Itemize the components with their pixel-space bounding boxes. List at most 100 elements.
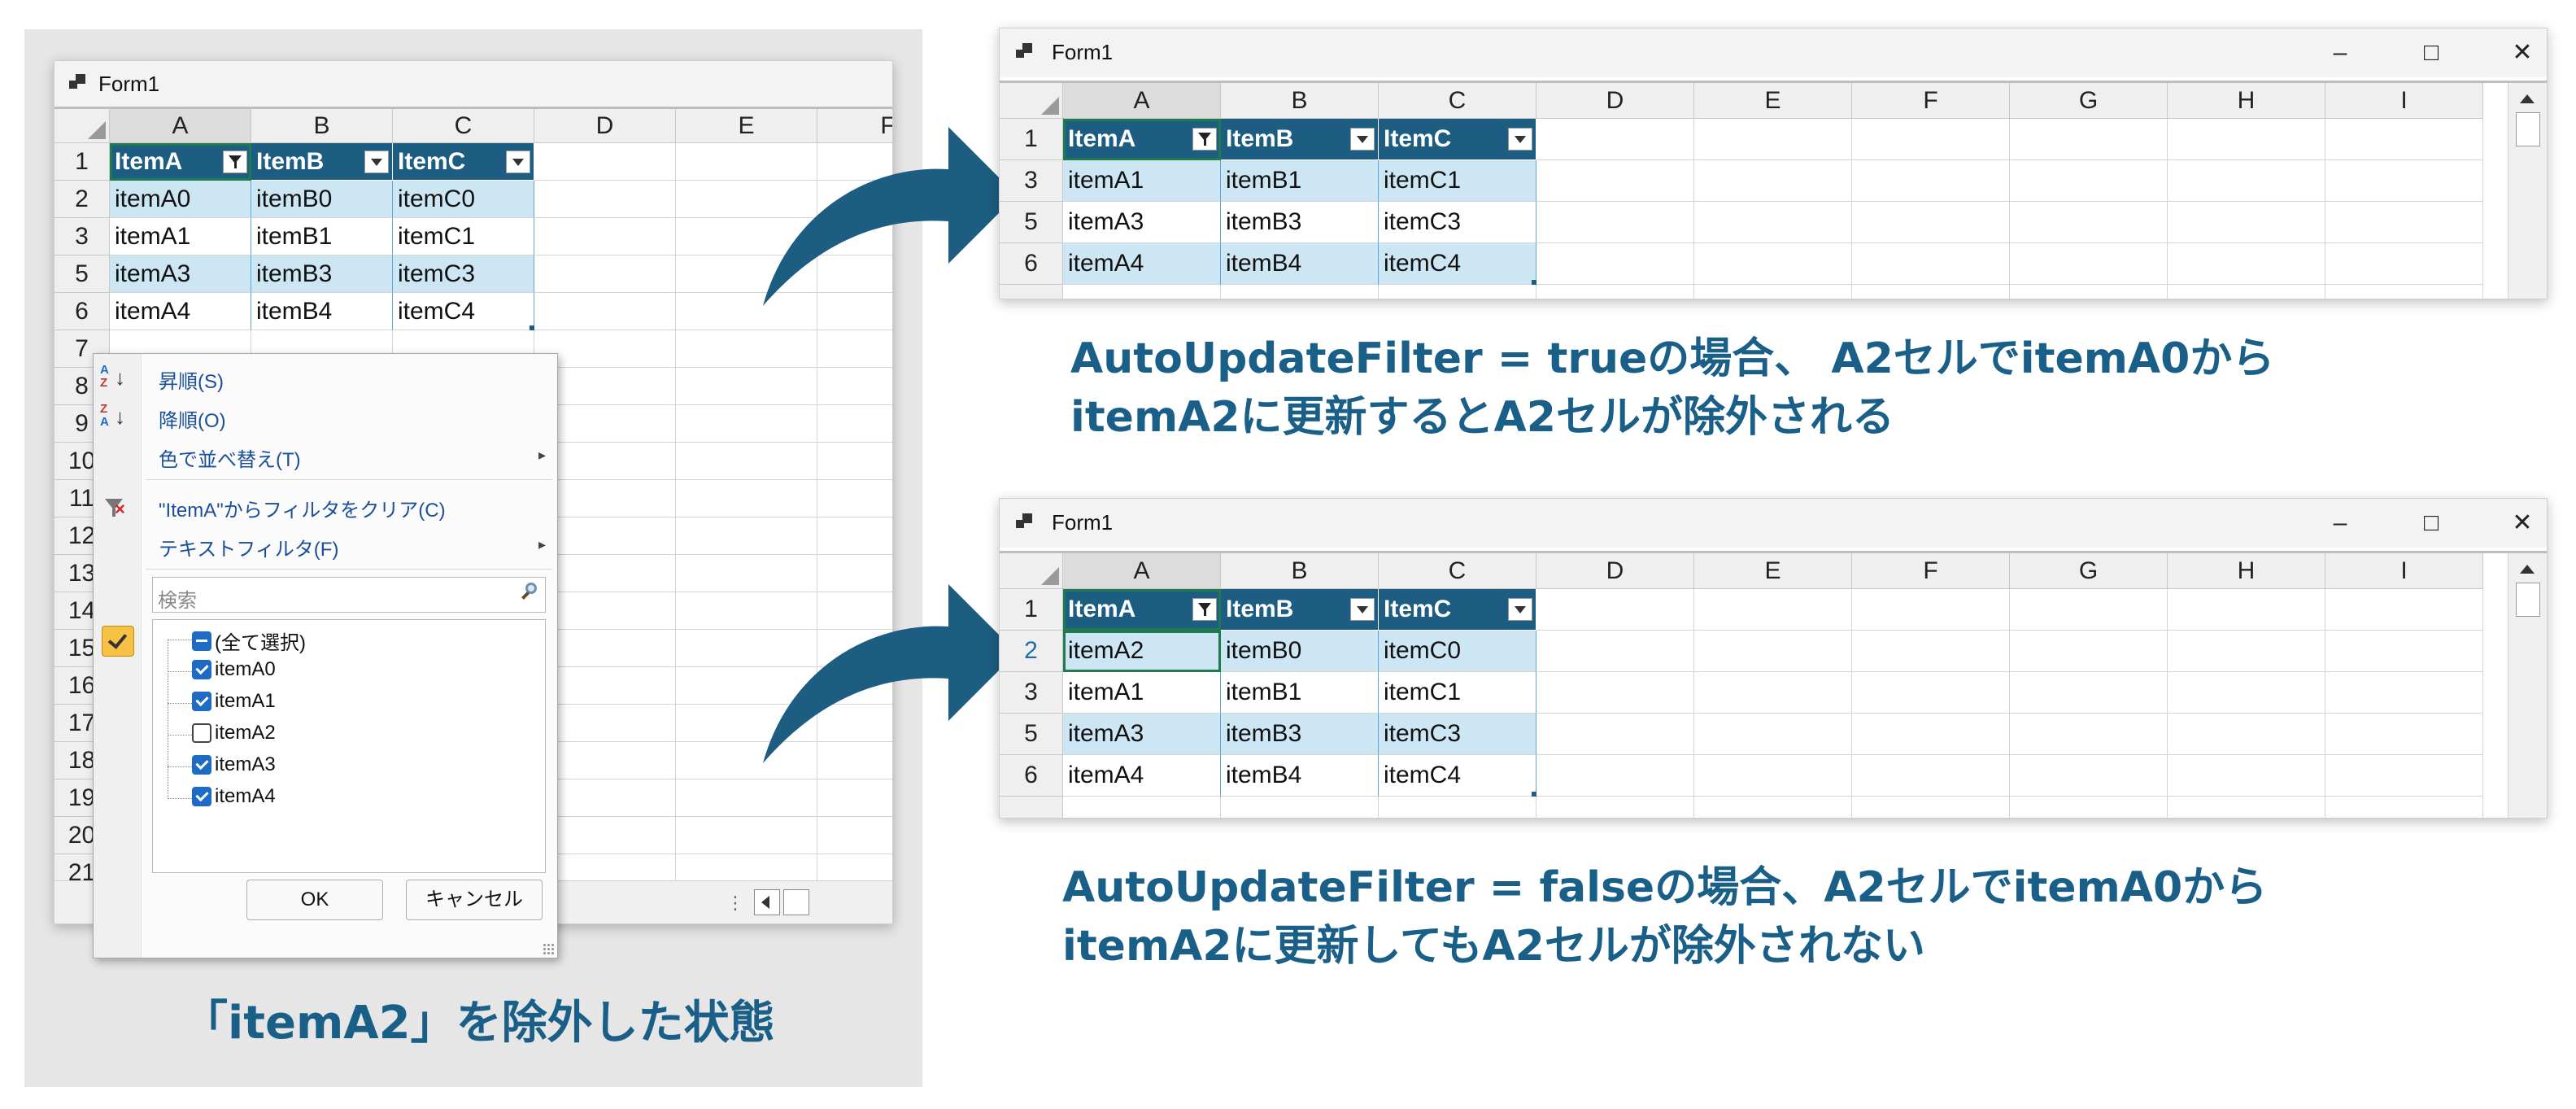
column-header-g[interactable]: G bbox=[2010, 83, 2168, 119]
checkbox[interactable] bbox=[192, 692, 211, 711]
filter-active-icon[interactable] bbox=[223, 150, 247, 173]
column-header-d[interactable]: D bbox=[1536, 83, 1694, 119]
scroll-thumb[interactable] bbox=[2516, 112, 2540, 146]
empty-cell[interactable] bbox=[2325, 797, 2483, 818]
checkbox[interactable] bbox=[192, 787, 211, 806]
empty-cell[interactable] bbox=[1221, 797, 1379, 818]
filter-value-item[interactable]: (全て選択) bbox=[192, 627, 306, 655]
empty-cell[interactable] bbox=[1694, 714, 1852, 755]
row-header[interactable]: 3 bbox=[1000, 672, 1063, 714]
table-cell[interactable]: itemB3 bbox=[1221, 714, 1379, 755]
filter-value-item[interactable]: itemA3 bbox=[192, 753, 276, 776]
empty-cell[interactable] bbox=[1536, 243, 1694, 285]
empty-cell[interactable] bbox=[676, 480, 817, 517]
header-cell-itemc[interactable]: ItemC bbox=[393, 143, 534, 181]
close-button[interactable]: ✕ bbox=[2498, 500, 2547, 546]
row-header[interactable]: 6 bbox=[1000, 243, 1063, 285]
empty-cell[interactable] bbox=[2010, 672, 2168, 714]
filter-dropdown-icon[interactable] bbox=[1508, 128, 1532, 151]
row-header[interactable]: 5 bbox=[54, 255, 110, 293]
empty-cell[interactable] bbox=[1694, 202, 1852, 243]
empty-cell[interactable] bbox=[1852, 714, 2010, 755]
scroll-left-button[interactable] bbox=[754, 889, 780, 915]
header-cell-itemb[interactable]: ItemB bbox=[1221, 589, 1379, 631]
empty-cell[interactable] bbox=[817, 330, 892, 368]
empty-cell[interactable] bbox=[817, 368, 892, 405]
filter-dropdown-icon[interactable] bbox=[506, 150, 530, 173]
checkbox[interactable] bbox=[192, 723, 211, 743]
maximize-button[interactable]: □ bbox=[2407, 500, 2456, 546]
close-button[interactable]: ✕ bbox=[2498, 30, 2547, 76]
empty-cell[interactable] bbox=[2010, 631, 2168, 672]
header-cell-itemb[interactable]: ItemB bbox=[251, 143, 393, 181]
empty-cell[interactable] bbox=[817, 443, 892, 480]
sheet-splitter[interactable]: ⋮ bbox=[726, 893, 744, 914]
checkbox[interactable] bbox=[192, 660, 211, 679]
empty-cell[interactable] bbox=[1694, 631, 1852, 672]
empty-cell[interactable] bbox=[817, 854, 892, 880]
empty-cell[interactable] bbox=[1694, 672, 1852, 714]
empty-cell[interactable] bbox=[1694, 755, 1852, 797]
empty-cell[interactable] bbox=[2168, 714, 2325, 755]
filter-dropdown-icon[interactable] bbox=[1508, 598, 1532, 621]
empty-cell[interactable] bbox=[2325, 119, 2483, 160]
table-cell[interactable]: itemC4 bbox=[1379, 755, 1536, 797]
cancel-button[interactable]: キャンセル bbox=[406, 880, 543, 920]
header-cell-itemb[interactable]: ItemB bbox=[1221, 119, 1379, 160]
empty-cell[interactable] bbox=[1694, 160, 1852, 202]
empty-cell[interactable] bbox=[1694, 243, 1852, 285]
column-header-c[interactable]: C bbox=[1379, 553, 1536, 589]
select-all-corner[interactable] bbox=[54, 109, 110, 143]
row-header[interactable]: 5 bbox=[1000, 202, 1063, 243]
minimize-button[interactable]: – bbox=[2316, 30, 2365, 76]
menu-item-clear-filter[interactable]: "ItemA"からフィルタをクリア(C) bbox=[159, 494, 446, 522]
select-all-corner[interactable] bbox=[1000, 83, 1063, 119]
empty-cell[interactable] bbox=[2010, 160, 2168, 202]
menu-item-sort-by-color[interactable]: 色で並べ替え(T) bbox=[159, 443, 301, 472]
table-cell[interactable]: itemC1 bbox=[1379, 672, 1536, 714]
empty-cell[interactable] bbox=[534, 255, 676, 293]
spreadsheet-grid[interactable]: A B C D E F G H I 1 ItemA ItemB ItemC 3 itemA1 itemB1 it… bbox=[1000, 83, 2508, 299]
empty-cell[interactable] bbox=[676, 405, 817, 443]
table-cell[interactable]: itemA4 bbox=[110, 293, 251, 330]
empty-cell[interactable] bbox=[1536, 797, 1694, 818]
empty-cell[interactable] bbox=[1694, 285, 1852, 299]
table-cell[interactable]: itemA1 bbox=[1063, 160, 1221, 202]
column-header-f[interactable]: F bbox=[1852, 83, 2010, 119]
table-cell[interactable]: itemA1 bbox=[1063, 672, 1221, 714]
column-header-i[interactable]: I bbox=[2325, 83, 2483, 119]
column-header-a[interactable]: A bbox=[110, 109, 251, 143]
column-header-c[interactable]: C bbox=[1379, 83, 1536, 119]
empty-cell[interactable] bbox=[2010, 285, 2168, 299]
empty-cell[interactable] bbox=[1852, 243, 2010, 285]
empty-cell[interactable] bbox=[1536, 714, 1694, 755]
table-cell[interactable]: itemA4 bbox=[1063, 243, 1221, 285]
empty-cell[interactable] bbox=[1063, 797, 1221, 818]
empty-cell[interactable] bbox=[2325, 285, 2483, 299]
empty-cell[interactable] bbox=[2010, 755, 2168, 797]
empty-cell[interactable] bbox=[817, 405, 892, 443]
empty-cell[interactable] bbox=[817, 779, 892, 817]
table-cell[interactable]: itemB0 bbox=[1221, 631, 1379, 672]
empty-cell[interactable] bbox=[1536, 589, 1694, 631]
menu-item-sort-asc[interactable]: 昇順(S) bbox=[159, 365, 224, 394]
column-header-g[interactable]: G bbox=[2010, 553, 2168, 589]
empty-cell[interactable] bbox=[1852, 589, 2010, 631]
empty-cell[interactable] bbox=[2168, 589, 2325, 631]
empty-cell[interactable] bbox=[534, 218, 676, 255]
header-cell-itemc[interactable]: ItemC bbox=[1379, 589, 1536, 631]
empty-cell[interactable] bbox=[1852, 755, 2010, 797]
minimize-button[interactable]: – bbox=[2316, 500, 2365, 546]
scroll-thumb[interactable] bbox=[783, 889, 809, 915]
empty-cell[interactable] bbox=[2325, 589, 2483, 631]
table-cell[interactable]: itemA2 bbox=[1063, 631, 1221, 672]
column-header-e[interactable]: E bbox=[1694, 553, 1852, 589]
column-header-e[interactable]: E bbox=[1694, 83, 1852, 119]
empty-cell[interactable] bbox=[676, 517, 817, 555]
empty-cell[interactable] bbox=[1694, 589, 1852, 631]
table-cell[interactable]: itemC0 bbox=[1379, 631, 1536, 672]
empty-cell[interactable] bbox=[676, 443, 817, 480]
empty-cell[interactable] bbox=[1536, 672, 1694, 714]
empty-cell[interactable] bbox=[2168, 119, 2325, 160]
empty-cell[interactable] bbox=[676, 779, 817, 817]
